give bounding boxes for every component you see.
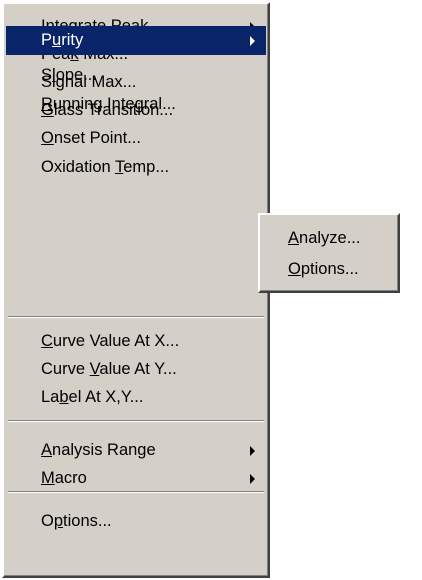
- submenu-arrow-icon: [250, 36, 255, 46]
- menu-separator: [8, 316, 264, 318]
- menu-item-label: Oxidation Temp...: [41, 158, 170, 176]
- submenu-item-analyze[interactable]: Analyze...: [262, 224, 396, 253]
- menu-item-curve-value-at-y[interactable]: Curve Value At Y...: [6, 355, 266, 384]
- menu-item-label: Analyze...: [288, 229, 361, 247]
- menu-item-label: Purity: [41, 31, 84, 49]
- purity-submenu: Analyze... Options...: [258, 213, 400, 293]
- submenu-arrow-icon: [250, 474, 255, 484]
- menu-item-label: Curve Value At X...: [41, 332, 180, 350]
- menu-item-macro[interactable]: Macro: [6, 464, 266, 493]
- menu-separator: [8, 420, 264, 422]
- menu-item-label: Running Integral...: [41, 95, 176, 113]
- analysis-context-menu: Integrate Peak Peak Max... Signal Max...…: [2, 2, 270, 578]
- menu-item-running-integral[interactable]: Running Integral...: [6, 90, 266, 119]
- menu-item-label: Options...: [288, 260, 359, 278]
- menu-item-label: Curve Value At Y...: [41, 360, 177, 378]
- menu-item-label: Label At X,Y...: [41, 388, 144, 406]
- menu-item-label: Macro: [41, 469, 87, 487]
- menu-item-label: Slope...: [41, 66, 97, 84]
- menu-item-label-at-xy[interactable]: Label At X,Y...: [6, 383, 266, 412]
- menu-separator: [8, 491, 264, 493]
- menu-item-purity[interactable]: Purity: [6, 26, 266, 55]
- menu-item-label: Onset Point...: [41, 129, 141, 147]
- menu-item-curve-value-at-x[interactable]: Curve Value At X...: [6, 327, 266, 356]
- menu-item-slope[interactable]: Slope...: [6, 61, 266, 90]
- submenu-item-options[interactable]: Options...: [262, 255, 396, 284]
- menu-item-label: Options...: [41, 512, 112, 530]
- menu-item-options[interactable]: Options...: [6, 507, 266, 536]
- submenu-arrow-icon: [250, 446, 255, 456]
- menu-item-label: Analysis Range: [41, 441, 156, 459]
- menu-item-analysis-range[interactable]: Analysis Range: [6, 436, 266, 465]
- menu-item-oxidation-temp[interactable]: Oxidation Temp...: [6, 153, 266, 182]
- menu-item-onset-point[interactable]: Onset Point...: [6, 124, 266, 153]
